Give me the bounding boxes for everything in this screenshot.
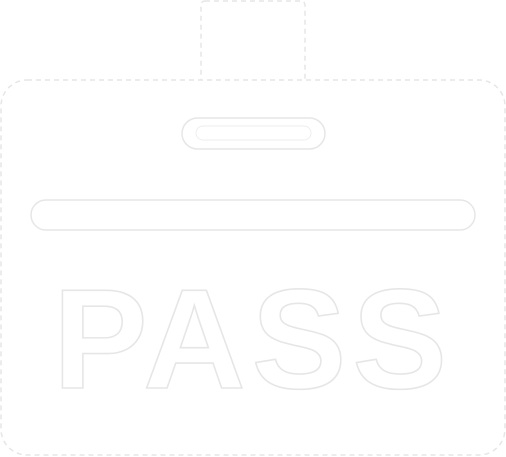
badge-bar	[30, 199, 476, 231]
badge-pass-label: PASS	[53, 260, 453, 419]
badge-slot-inner	[195, 125, 312, 141]
pass-badge-canvas: PASS	[0, 0, 506, 457]
badge-clip-tab	[200, 0, 306, 88]
id-badge-pass-icon: PASS	[0, 0, 506, 456]
